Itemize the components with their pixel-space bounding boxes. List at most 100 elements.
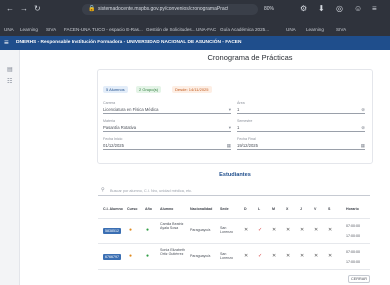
zoom-level[interactable]: 80%: [264, 6, 274, 12]
bookmark-item[interactable]: Learning: [20, 27, 38, 32]
users-icon[interactable]: ☷: [7, 78, 12, 85]
x-icon[interactable]: ✕: [314, 253, 318, 259]
carrera-select[interactable]: Licenciatura en Física Médica ▾: [103, 105, 231, 114]
x-icon[interactable]: ✕: [314, 227, 318, 233]
field-value: 19/12/2025: [237, 143, 258, 148]
chevron-down-icon: ▾: [228, 107, 231, 112]
back-icon[interactable]: ←: [6, 4, 14, 13]
student-site: San Lorenzo: [220, 226, 233, 235]
page-title: Cronograma de Prácticas: [207, 53, 293, 62]
student-nationality: Paraguayo/a: [190, 228, 211, 232]
student-name: Camila Beatriz Ayala Sosa: [160, 222, 184, 231]
app-header: ≡ DNERHS - Responsable Institución Forma…: [0, 36, 390, 50]
x-icon[interactable]: ✕: [244, 227, 248, 233]
field-value: 1: [237, 107, 240, 112]
bookmark-item[interactable]: SIVA: [46, 27, 56, 32]
column-header[interactable]: Curso: [127, 207, 137, 211]
x-icon[interactable]: ✕: [328, 253, 332, 259]
schedule-start: 07:00:00: [346, 250, 360, 254]
student-ci[interactable]: 5838512: [103, 228, 121, 234]
field-value: 1: [237, 125, 240, 130]
column-header[interactable]: V: [314, 207, 316, 211]
check-circle-icon: ●: [146, 253, 150, 259]
bookmark-item[interactable]: TUCO - espacio E-Ras...: [92, 27, 143, 32]
column-header[interactable]: Alumno: [160, 207, 173, 211]
search-placeholder: Buscar por alumno, C.I. Nro, unidad médi…: [110, 189, 193, 193]
profile-icon[interactable]: ◎: [336, 4, 343, 13]
browser-toolbar: ← → ↻ 🔒 sistemadocente.mspbs.gov.py/conv…: [0, 0, 390, 24]
area-select[interactable]: 1 ⊗: [237, 105, 365, 114]
x-icon[interactable]: ✕: [244, 253, 248, 259]
extensions-icon[interactable]: ⚙: [300, 4, 307, 13]
url-text[interactable]: sistemadocente.mspbs.gov.py/convenios/cr…: [98, 6, 228, 12]
sidebar: ▤ ☷: [0, 50, 20, 285]
lock-icon: 🔒: [88, 6, 96, 12]
student-site: San Lorenzo: [220, 252, 233, 261]
bookmark-item[interactable]: UNA: [4, 27, 14, 32]
table-divider: [98, 243, 370, 244]
hamburger-icon[interactable]: ≡: [4, 38, 9, 47]
column-header[interactable]: Sede: [220, 207, 229, 211]
chevron-down-icon: ▾: [228, 125, 231, 130]
forward-icon[interactable]: →: [20, 4, 28, 13]
semestre-select[interactable]: 1 ⊗: [237, 123, 365, 132]
student-ci[interactable]: 6766797: [103, 254, 121, 260]
fecha-final-field[interactable]: 19/12/2025 ▦: [237, 141, 365, 150]
column-header[interactable]: J: [300, 207, 302, 211]
column-header[interactable]: L: [258, 207, 260, 211]
column-header[interactable]: Horario: [346, 207, 359, 211]
account-icon[interactable]: ☺: [354, 4, 362, 13]
student-name: Sonia Elizabeth Ortiz Gutiérrez: [160, 248, 185, 257]
warning-icon: ●: [129, 227, 133, 233]
field-value: Licenciatura en Física Médica: [103, 107, 159, 112]
column-header[interactable]: D: [244, 207, 247, 211]
column-header[interactable]: C.I. Alumno: [103, 207, 123, 211]
table-divider: [98, 218, 370, 219]
bookmark-item[interactable]: Learning: [306, 27, 324, 32]
column-header[interactable]: S: [328, 207, 330, 211]
calendar-icon[interactable]: ▦: [361, 141, 365, 150]
app-title: DNERHS - Responsable Institución Formado…: [16, 40, 242, 45]
fecha-inicio-field[interactable]: 01/12/2025 ▦: [103, 141, 231, 150]
bookmark-item[interactable]: Guía Académica 2025...: [220, 27, 269, 32]
bookmark-item[interactable]: FACEN-UNA: [64, 27, 91, 32]
x-icon[interactable]: ✕: [286, 227, 290, 233]
materia-select[interactable]: Pasantía Rotativa ▾: [103, 123, 231, 132]
bookmark-item[interactable]: UNA: [286, 27, 296, 32]
x-icon[interactable]: ✕: [300, 227, 304, 233]
x-icon[interactable]: ✕: [272, 227, 276, 233]
schedule-start: 07:00:00: [346, 224, 360, 228]
column-header[interactable]: X: [286, 207, 288, 211]
clear-icon[interactable]: ⊗: [361, 105, 365, 114]
field-value: 01/12/2025: [103, 143, 124, 148]
column-header[interactable]: Nacionalidad: [190, 207, 212, 211]
x-icon[interactable]: ✕: [272, 253, 276, 259]
check-icon[interactable]: ✓: [258, 253, 262, 259]
reload-icon[interactable]: ↻: [34, 4, 41, 13]
student-search-input[interactable]: ⚲ Buscar por alumno, C.I. Nro, unidad mé…: [98, 186, 370, 196]
x-icon[interactable]: ✕: [328, 227, 332, 233]
bookmark-item[interactable]: Gestión de Solicitudes...: [146, 27, 196, 32]
table-divider: [98, 269, 370, 270]
groups-count-badge: 2 Grupo(s): [136, 86, 162, 93]
schedule-end: 17:00:00: [346, 234, 360, 238]
start-date-badge: Desde: 14/11/2025: [172, 86, 212, 93]
search-icon: ⚲: [101, 187, 105, 193]
check-icon[interactable]: ✓: [258, 227, 262, 233]
document-icon[interactable]: ▤: [7, 66, 13, 73]
x-icon[interactable]: ✕: [286, 253, 290, 259]
column-header[interactable]: M: [272, 207, 275, 211]
close-button[interactable]: CERRAR: [348, 275, 370, 283]
students-heading: Estudiantes: [219, 172, 251, 178]
downloads-icon[interactable]: ⬇: [318, 4, 325, 13]
x-icon[interactable]: ✕: [300, 253, 304, 259]
calendar-icon[interactable]: ▦: [227, 141, 231, 150]
warning-icon: ●: [129, 253, 133, 259]
column-header[interactable]: Año: [145, 207, 152, 211]
schedule-end: 17:00:00: [346, 260, 360, 264]
bookmark-item[interactable]: UNA-FAC: [196, 27, 216, 32]
bookmarks-bar: UNA Learning SIVA FACEN-UNA TUCO - espac…: [0, 24, 390, 36]
menu-icon[interactable]: ≡: [372, 4, 377, 13]
bookmark-item[interactable]: SIVA: [336, 27, 346, 32]
clear-icon[interactable]: ⊗: [361, 123, 365, 132]
